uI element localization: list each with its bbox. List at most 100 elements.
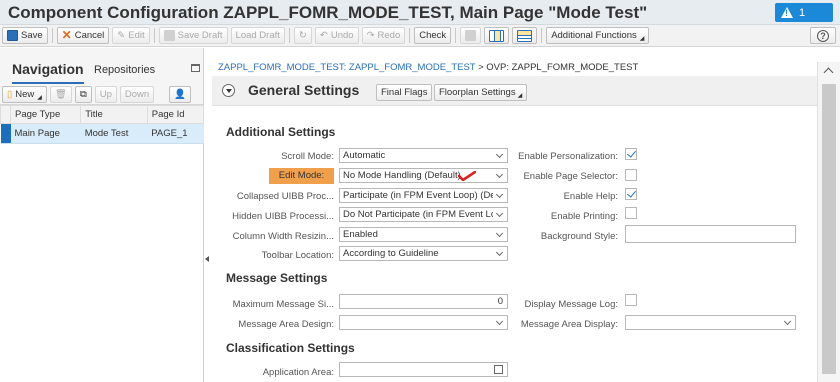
enable-printing-checkbox[interactable] xyxy=(625,207,637,219)
selection-column-header xyxy=(0,105,11,124)
breadcrumb-link[interactable]: ZAPPL_FOMR_MODE_TEST: ZAPPL_FOMR_MODE_TE… xyxy=(218,62,475,73)
message-alert-button[interactable]: 1 xyxy=(775,3,833,22)
background-style-label: Background Style: xyxy=(540,231,618,242)
assign-user-button[interactable]: 👤 xyxy=(169,86,192,103)
breadcrumb-separator: > xyxy=(475,62,487,73)
general-settings-header: General Settings Final Flags Floorplan S… xyxy=(212,76,817,106)
chevron-down-icon xyxy=(495,150,504,159)
background-style-input[interactable] xyxy=(625,225,796,243)
column-header-page-id[interactable]: Page Id xyxy=(146,105,205,124)
horizontal-split-icon xyxy=(517,29,533,42)
table-row[interactable]: Main Page Mode Test PAGE_1 xyxy=(0,123,204,144)
row-selector[interactable] xyxy=(0,123,11,144)
application-area-input[interactable] xyxy=(339,362,508,377)
splitter-collapse-icon[interactable] xyxy=(205,256,209,262)
collapse-panel-icon[interactable] xyxy=(191,64,200,72)
chevron-down-icon xyxy=(495,190,504,199)
classification-settings-title: Classification Settings xyxy=(226,341,355,355)
collapse-section-icon[interactable] xyxy=(222,84,235,97)
copy-icon: ⧉ xyxy=(79,89,87,100)
check-button[interactable]: Check xyxy=(414,27,452,44)
enable-help-label: Enable Help: xyxy=(563,191,618,202)
scroll-mode-select[interactable]: Automatic xyxy=(339,148,508,163)
max-message-size-input[interactable]: 0 xyxy=(339,294,508,309)
additional-functions-button[interactable]: Additional Functions ◢ xyxy=(546,27,650,44)
column-header-title[interactable]: Title xyxy=(80,105,148,124)
message-area-display-select[interactable] xyxy=(625,315,796,330)
additional-settings-title: Additional Settings xyxy=(226,125,336,139)
edit-mode-select[interactable]: No Mode Handling (Default) xyxy=(339,168,508,183)
scroll-mode-value: Automatic xyxy=(343,150,386,161)
floorplan-settings-button[interactable]: Floorplan Settings ◢ xyxy=(434,84,528,101)
column-header-page-type[interactable]: Page Type xyxy=(9,105,82,124)
enable-personalization-checkbox[interactable] xyxy=(625,148,637,160)
toolbar-location-label: Toolbar Location: xyxy=(261,250,334,261)
vertical-split-button[interactable] xyxy=(484,27,510,44)
help-button[interactable]: ? xyxy=(810,27,836,44)
redo-icon: ↷ xyxy=(366,30,375,41)
message-area-design-select[interactable] xyxy=(339,315,508,330)
display-message-log-label: Display Message Log: xyxy=(524,299,618,310)
horizontal-split-button[interactable] xyxy=(512,27,538,44)
refresh-button[interactable]: ↻ xyxy=(293,27,312,44)
tab-repositories[interactable]: Repositories xyxy=(94,64,155,76)
dropdown-corner-icon: ◢ xyxy=(639,36,645,42)
edit-label: Edit xyxy=(128,30,145,41)
save-draft-button[interactable]: Save Draft xyxy=(158,27,228,44)
red-checkmark-icon xyxy=(458,171,476,181)
enable-help-checkbox[interactable] xyxy=(625,188,637,200)
application-area-label: Application Area: xyxy=(262,367,334,378)
new-button[interactable]: ▯ New ◢ xyxy=(2,86,47,103)
hidden-uibb-select[interactable]: Do Not Participate (in FPM Event Loop xyxy=(339,207,508,222)
column-width-select[interactable]: Enabled xyxy=(339,227,508,242)
load-draft-label: Load Draft xyxy=(235,30,280,41)
scrollbar-thumb[interactable] xyxy=(822,84,836,374)
hidden-uibb-value: Do Not Participate (in FPM Event Loop xyxy=(343,209,493,220)
check-label: Check xyxy=(419,30,447,41)
navigation-panel: Navigation Repositories ▯ New ◢ 🗑 ⧉ Up Dow… xyxy=(0,48,205,382)
alert-count: 1 xyxy=(799,6,806,19)
down-label: Down xyxy=(124,89,150,100)
collapsed-uibb-select[interactable]: Participate (in FPM Event Loop) (Defau xyxy=(339,188,508,203)
toolbar-separator xyxy=(541,28,543,43)
tab-navigation[interactable]: Navigation xyxy=(12,61,84,84)
toolbar-separator xyxy=(409,28,411,43)
display-message-log-checkbox[interactable] xyxy=(625,294,637,306)
section-title: General Settings xyxy=(248,82,360,98)
toolbar-location-value: According to Guideline xyxy=(343,248,439,259)
toolbar-location-select[interactable]: According to Guideline xyxy=(339,246,508,261)
value-help-icon[interactable] xyxy=(494,365,503,374)
chevron-down-icon xyxy=(495,170,504,179)
down-button[interactable]: Down xyxy=(119,86,155,103)
cancel-button[interactable]: ✕ Cancel xyxy=(56,27,110,44)
pages-table: Page Type Title Page Id Main Page Mode T… xyxy=(0,105,205,144)
scroll-up-icon[interactable] xyxy=(823,67,834,78)
edit-mode-value: No Mode Handling (Default) xyxy=(343,170,461,181)
breadcrumb: ZAPPL_FOMR_MODE_TEST: ZAPPL_FOMR_MODE_TE… xyxy=(218,62,638,73)
enable-page-selector-checkbox[interactable] xyxy=(625,169,637,181)
chevron-down-icon xyxy=(495,209,504,218)
layout-button[interactable] xyxy=(460,27,482,44)
nav-header: Navigation Repositories xyxy=(0,48,203,85)
copy-button[interactable]: ⧉ xyxy=(74,86,92,103)
message-area-design-label: Message Area Design: xyxy=(238,319,334,330)
column-width-value: Enabled xyxy=(343,229,378,240)
additional-functions-label: Additional Functions xyxy=(551,30,637,41)
trash-icon: 🗑 xyxy=(54,89,67,100)
edit-button[interactable]: ✎ Edit xyxy=(112,27,150,44)
column-width-label: Column Width Resizin... xyxy=(232,231,334,242)
refresh-icon: ↻ xyxy=(298,30,307,41)
save-button[interactable]: Save xyxy=(2,27,48,44)
save-draft-icon xyxy=(163,30,175,41)
redo-button[interactable]: ↷ Redo xyxy=(361,27,406,44)
delete-button[interactable]: 🗑 xyxy=(49,86,72,103)
vertical-scrollbar[interactable] xyxy=(817,62,840,382)
help-icon: ? xyxy=(817,29,829,42)
up-button[interactable]: Up xyxy=(94,86,117,103)
load-draft-button[interactable]: Load Draft xyxy=(230,27,285,44)
final-flags-button[interactable]: Final Flags xyxy=(376,84,433,101)
chevron-down-icon xyxy=(495,248,504,257)
chevron-down-icon xyxy=(783,317,792,326)
undo-button[interactable]: ↶ Undo xyxy=(314,27,359,44)
dropdown-corner-icon: ◢ xyxy=(37,95,42,101)
